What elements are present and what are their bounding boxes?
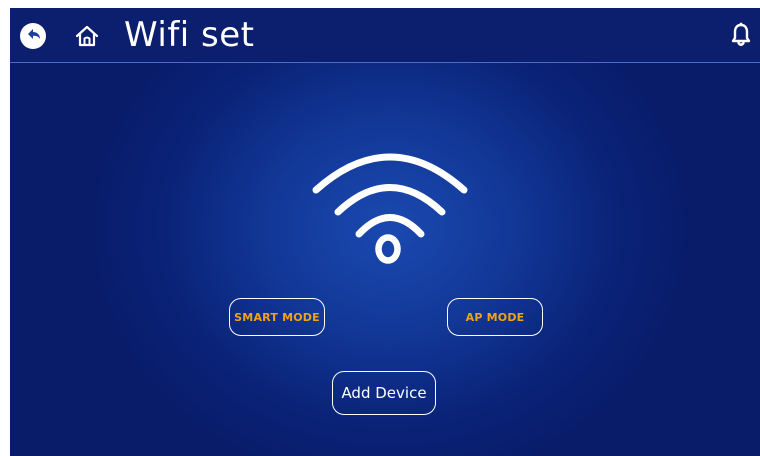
- notification-button[interactable]: [730, 22, 752, 48]
- smart-mode-button[interactable]: SMART MODE: [229, 298, 325, 336]
- screen: Wifi set SMART MODE AP MODE Add Device: [10, 8, 760, 456]
- ap-mode-button[interactable]: AP MODE: [447, 298, 543, 336]
- back-button[interactable]: [20, 23, 46, 49]
- bell-icon: [731, 22, 751, 46]
- home-icon: [75, 25, 99, 47]
- back-arrow-icon: [28, 29, 40, 39]
- add-device-button[interactable]: Add Device: [332, 371, 436, 415]
- home-button[interactable]: [74, 23, 100, 49]
- wifi-icon: [312, 153, 468, 264]
- page-title: Wifi set: [124, 15, 255, 55]
- header-bar: Wifi set: [10, 8, 760, 63]
